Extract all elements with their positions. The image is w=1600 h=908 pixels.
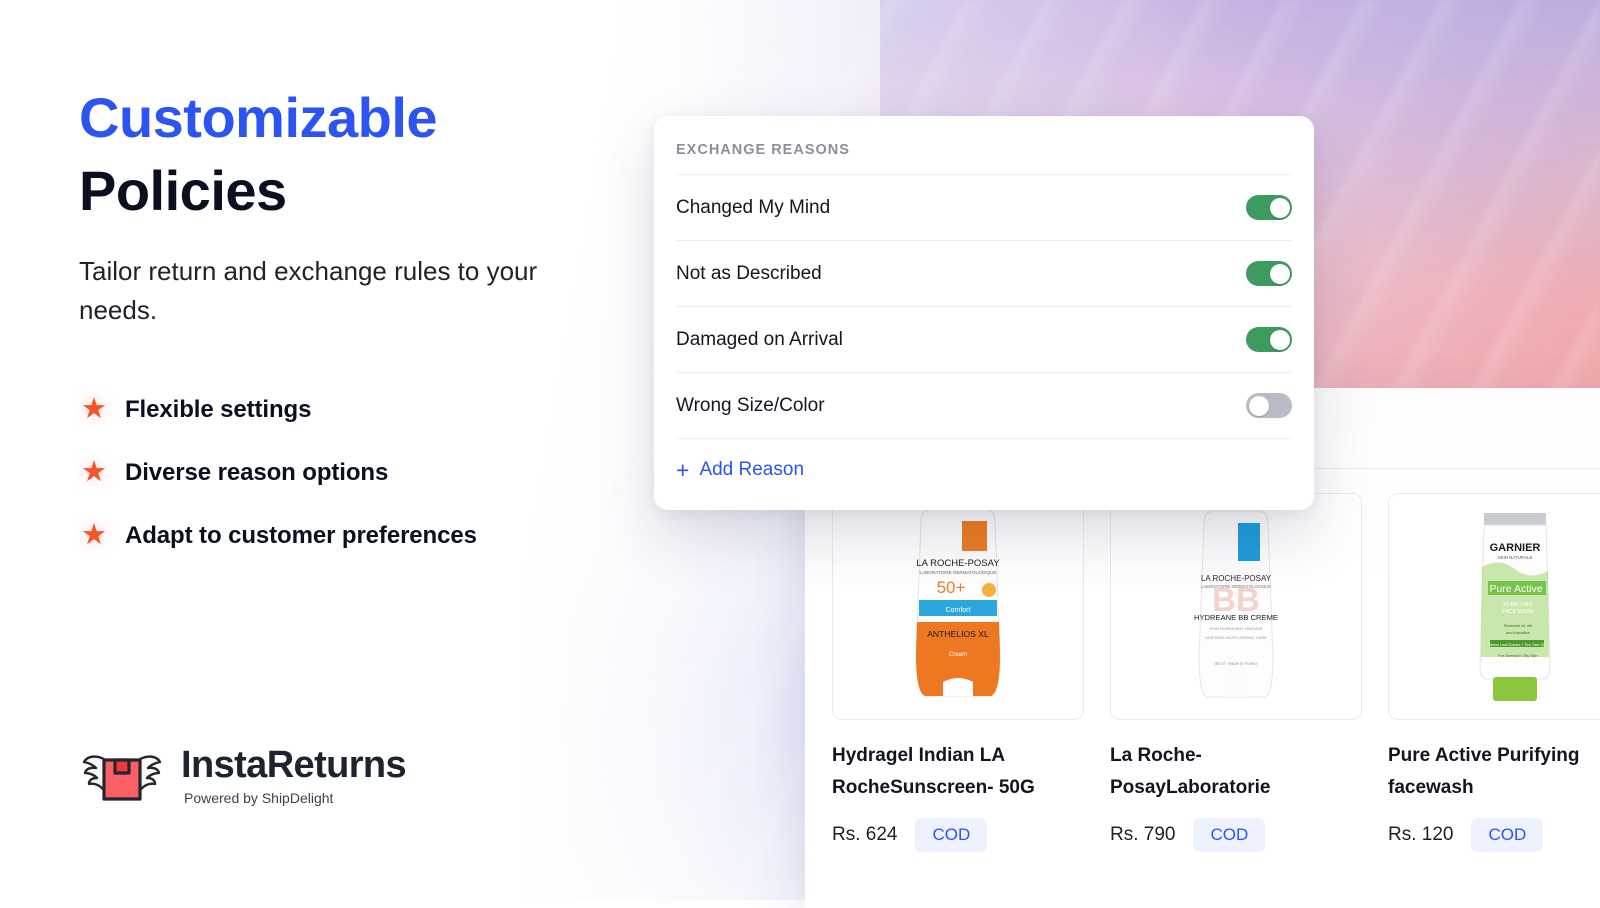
reason-label: Changed My Mind [676, 196, 831, 218]
headline-accent: Customizable [79, 86, 438, 149]
brand-text: InstaReturns Powered by ShipDelight [181, 743, 407, 806]
svg-text:SKIN NATURALS: SKIN NATURALS [1498, 555, 1533, 560]
toggle-knob [1269, 263, 1290, 284]
hero-column: Customizable Policies Tailor return and … [0, 0, 660, 900]
svg-text:Cream: Cream [949, 652, 967, 658]
star-icon: ★ [81, 456, 107, 488]
list-item: ★ Diverse reason options [79, 441, 639, 504]
exchange-reasons-list: Changed My Mind Not as Described Damaged… [676, 174, 1292, 501]
hero-subheading: Tailor return and exchange rules to your… [79, 256, 538, 325]
toggle-knob [1269, 329, 1290, 350]
svg-text:SOIN HYDRATANT UNIFIANT: SOIN HYDRATANT UNIFIANT [1209, 626, 1264, 631]
svg-text:ANTHELIOS XL: ANTHELIOS XL [927, 629, 989, 639]
add-reason-button[interactable]: + Add Reason [676, 438, 1292, 501]
reason-toggle[interactable] [1246, 261, 1292, 286]
section-title: EXCHANGE REASONS [676, 142, 850, 158]
svg-text:PURIFYING: PURIFYING [1503, 602, 1532, 608]
reason-toggle[interactable] [1246, 393, 1292, 418]
svg-text:LA ROCHE-POSAY: LA ROCHE-POSAY [916, 558, 1000, 569]
plus-icon: + [676, 456, 690, 483]
list-item: ★ Flexible settings [79, 378, 639, 441]
product-list: LA ROCHE-POSAY LABORATOIRE DERMATOLOGIQU… [832, 493, 1600, 853]
svg-text:Removes oil, dirt: Removes oil, dirt [1504, 624, 1533, 628]
reason-row[interactable]: Damaged on Arrival [676, 306, 1292, 372]
garnier-pure-active-facewash-icon: GARNIER SKIN NATURALS Pure Active PURIFY… [1479, 512, 1551, 701]
product-price: Rs. 120 [1388, 824, 1454, 846]
reason-label: Wrong Size/Color [676, 394, 825, 416]
svg-text:GARNIER: GARNIER [1490, 542, 1541, 554]
reason-toggle[interactable] [1246, 195, 1292, 220]
la-roche-posay-sunscreen-icon: LA ROCHE-POSAY LABORATOIRE DERMATOLOGIQU… [915, 508, 1001, 697]
product-image: LA ROCHE-POSAY LABORATOIRE DERMATOLOGIQU… [1110, 493, 1362, 720]
toggle-knob [1269, 197, 1290, 218]
product-meta: Rs. 120 COD [1388, 818, 1600, 853]
payment-badge: COD [1471, 818, 1544, 853]
product-price: Rs. 790 [1110, 824, 1176, 846]
headline-rest: Policies [79, 158, 287, 222]
svg-text:LABORATOIRE DERMATOLOGIQUE: LABORATOIRE DERMATOLOGIQUE [919, 570, 996, 575]
feature-list: ★ Flexible settings ★ Diverse reason opt… [79, 378, 639, 567]
feature-label: Flexible settings [125, 395, 312, 423]
reason-label: Damaged on Arrival [676, 328, 843, 350]
payment-badge: COD [915, 818, 988, 853]
add-reason-label: Add Reason [699, 459, 805, 480]
toggle-knob [1248, 395, 1269, 416]
la-roche-posay-hydreane-icon: LA ROCHE-POSAY LABORATOIRE DERMATOLOGIQU… [1194, 510, 1278, 697]
brand-name: InstaReturns [181, 743, 407, 786]
svg-text:40 ml - Made in France: 40 ml - Made in France [1214, 661, 1258, 666]
svg-text:50+: 50+ [937, 578, 966, 597]
brand-lockup: InstaReturns Powered by ShipDelight [79, 743, 407, 806]
winged-box-logo [82, 755, 162, 801]
svg-text:Neem Leaf Extract + Tea Tree O: Neem Leaf Extract + Tea Tree Oil [1489, 643, 1545, 647]
star-icon: ★ [81, 519, 107, 551]
reason-row[interactable]: Changed My Mind [676, 174, 1292, 240]
product-title: Pure Active Purifying facewash [1388, 745, 1580, 798]
svg-text:Comfort: Comfort [946, 607, 971, 614]
svg-text:HYDREANE BB CREME: HYDREANE BB CREME [1194, 613, 1278, 622]
list-item: ★ Adapt to customer preferences [79, 504, 639, 567]
product-title: La Roche-PosayLaboratorie [1110, 745, 1271, 798]
product-card[interactable]: GARNIER SKIN NATURALS Pure Active PURIFY… [1388, 493, 1600, 853]
product-meta: Rs. 790 COD [1110, 818, 1360, 853]
product-card[interactable]: LA ROCHE-POSAY LABORATOIRE DERMATOLOGIQU… [1110, 493, 1362, 853]
svg-text:and impurities: and impurities [1506, 631, 1530, 635]
reason-label: Not as Described [676, 262, 822, 284]
svg-text:UNIFYING MOISTURISING CARE: UNIFYING MOISTURISING CARE [1205, 635, 1267, 640]
page-title: Customizable Policies [79, 82, 639, 228]
feature-label: Diverse reason options [125, 458, 389, 486]
reason-row[interactable]: Not as Described [676, 240, 1292, 306]
svg-text:Pure Active: Pure Active [1489, 583, 1542, 595]
feature-label: Adapt to customer preferences [125, 521, 477, 549]
product-image: GARNIER SKIN NATURALS Pure Active PURIFY… [1388, 493, 1600, 720]
reason-row[interactable]: Wrong Size/Color [676, 372, 1292, 438]
exchange-reasons-card: EXCHANGE REASONS Changed My Mind Not as … [654, 116, 1314, 510]
reason-toggle[interactable] [1246, 327, 1292, 352]
product-meta: Rs. 624 COD [832, 818, 1082, 853]
payment-badge: COD [1193, 818, 1266, 853]
svg-text:For Normal to Oily Skin: For Normal to Oily Skin [1498, 654, 1537, 658]
brand-tagline: Powered by ShipDelight [184, 789, 334, 806]
product-card[interactable]: LA ROCHE-POSAY LABORATOIRE DERMATOLOGIQU… [832, 493, 1084, 853]
star-icon: ★ [81, 393, 107, 425]
product-title: Hydragel Indian LA RocheSunscreen- 50G [832, 745, 1035, 798]
product-image: LA ROCHE-POSAY LABORATOIRE DERMATOLOGIQU… [832, 493, 1084, 720]
product-price: Rs. 624 [832, 824, 898, 846]
svg-text:FACE WASH: FACE WASH [1502, 609, 1534, 615]
